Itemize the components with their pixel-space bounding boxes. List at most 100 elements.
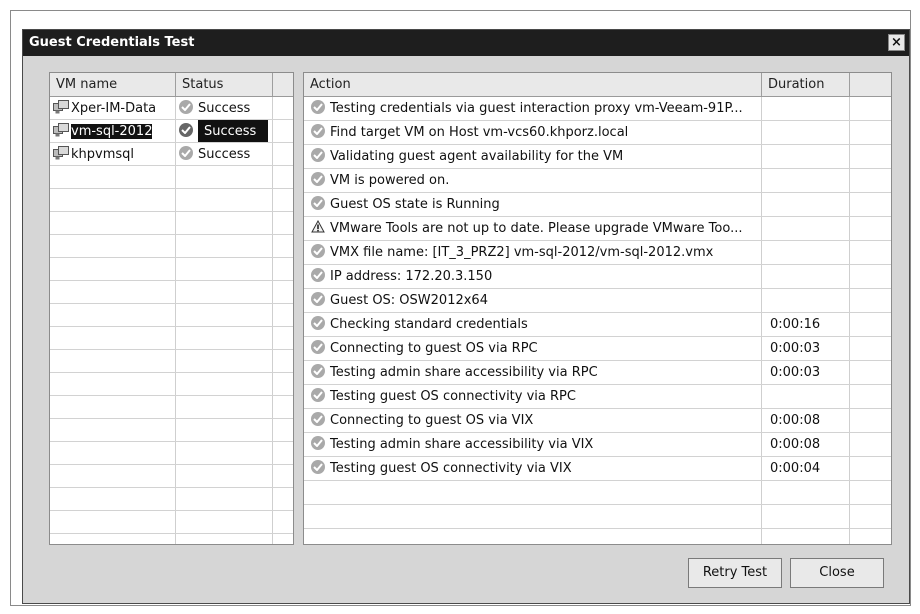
vm-name-cell xyxy=(50,258,176,280)
vm-status-cell xyxy=(176,281,273,303)
vm-name: vm-sql-2012 xyxy=(71,124,153,139)
filler-cell xyxy=(850,193,891,216)
filler-cell xyxy=(850,409,891,432)
filler-cell xyxy=(273,442,293,464)
vm-status-cell xyxy=(176,304,273,326)
action-cell: Checking standard credentials xyxy=(304,313,762,336)
action-row[interactable]: Testing guest OS connectivity via RPC xyxy=(304,385,891,409)
action-row[interactable]: Checking standard credentials 0:00:16 xyxy=(304,313,891,337)
vm-status-cell xyxy=(176,327,273,349)
duration-cell xyxy=(762,529,850,544)
action-text: Testing guest OS connectivity via VIX xyxy=(330,461,572,476)
filler-cell xyxy=(273,304,293,326)
column-header-duration[interactable]: Duration xyxy=(762,73,850,96)
duration-cell xyxy=(762,385,850,408)
duration-cell: 0:00:03 xyxy=(762,361,850,384)
check-icon xyxy=(311,460,325,474)
action-row[interactable]: VMX file name: [IT_3_PRZ2] vm-sql-2012/v… xyxy=(304,241,891,265)
vm-row[interactable]: vm-sql-2012 Success xyxy=(50,120,293,143)
action-cell: Testing guest OS connectivity via RPC xyxy=(304,385,762,408)
action-cell xyxy=(304,529,762,544)
check-icon xyxy=(311,316,325,330)
retry-test-button[interactable]: Retry Test xyxy=(688,558,782,588)
vm-name-cell: khpvmsql xyxy=(50,143,176,165)
action-log-header: Action Duration xyxy=(304,73,891,97)
empty-row xyxy=(304,529,891,544)
filler-cell xyxy=(273,488,293,510)
filler-cell xyxy=(273,396,293,418)
empty-row xyxy=(50,396,293,419)
vm-name-cell xyxy=(50,442,176,464)
filler-cell xyxy=(850,337,891,360)
vm-status-cell xyxy=(176,373,273,395)
filler-cell xyxy=(850,433,891,456)
action-log-table: Action Duration Testing credentials via … xyxy=(303,72,892,545)
vm-status-cell xyxy=(176,419,273,441)
vm-row[interactable]: khpvmsql Success xyxy=(50,143,293,166)
vm-name-cell xyxy=(50,281,176,303)
action-cell xyxy=(304,505,762,528)
action-text: VMX file name: [IT_3_PRZ2] vm-sql-2012/v… xyxy=(330,245,714,260)
action-row[interactable]: Find target VM on Host vm-vcs60.khporz.l… xyxy=(304,121,891,145)
check-icon xyxy=(311,196,325,210)
action-cell: VM is powered on. xyxy=(304,169,762,192)
check-icon xyxy=(311,172,325,186)
action-text: Find target VM on Host vm-vcs60.khporz.l… xyxy=(330,125,629,140)
close-icon[interactable]: × xyxy=(888,34,905,51)
action-row[interactable]: Connecting to guest OS via VIX 0:00:08 xyxy=(304,409,891,433)
vm-name-cell xyxy=(50,212,176,234)
dialog-titlebar: Guest Credentials Test × xyxy=(23,30,909,56)
check-icon xyxy=(311,340,325,354)
action-row[interactable]: Testing guest OS connectivity via VIX 0:0… xyxy=(304,457,891,481)
action-row[interactable]: Guest OS: OSW2012x64 xyxy=(304,289,891,313)
action-row[interactable]: Validating guest agent availability for … xyxy=(304,145,891,169)
action-text: Connecting to guest OS via VIX xyxy=(330,413,534,428)
vm-row[interactable]: Xper-IM-Data Success xyxy=(50,97,293,120)
action-row[interactable]: VM is powered on. xyxy=(304,169,891,193)
action-text: Guest OS: OSW2012x64 xyxy=(330,293,488,308)
filler-cell xyxy=(273,120,293,142)
duration-text: 0:00:16 xyxy=(770,317,821,332)
vm-name-cell xyxy=(50,534,176,544)
empty-row xyxy=(50,465,293,488)
empty-row xyxy=(50,511,293,534)
empty-row xyxy=(50,488,293,511)
action-row[interactable]: Testing admin share accessibility via RP… xyxy=(304,361,891,385)
action-text: Guest OS state is Running xyxy=(330,197,500,212)
duration-cell xyxy=(762,145,850,168)
column-header-vm-name[interactable]: VM name xyxy=(50,73,176,96)
action-cell: Connecting to guest OS via RPC xyxy=(304,337,762,360)
duration-cell: 0:00:04 xyxy=(762,457,850,480)
filler-cell xyxy=(850,265,891,288)
check-icon xyxy=(311,124,325,138)
vm-status: Success xyxy=(198,120,269,142)
action-text: VMware Tools are not up to date. Please … xyxy=(330,221,743,236)
close-button[interactable]: Close xyxy=(790,558,884,588)
column-header-filler xyxy=(850,73,891,96)
filler-cell xyxy=(850,289,891,312)
action-text: Testing admin share accessibility via RP… xyxy=(330,365,598,380)
empty-row xyxy=(304,505,891,529)
action-text: Testing admin share accessibility via VI… xyxy=(330,437,594,452)
vm-status-cell xyxy=(176,350,273,372)
check-icon xyxy=(311,244,325,258)
vm-name-cell xyxy=(50,235,176,257)
action-row[interactable]: Guest OS state is Running xyxy=(304,193,891,217)
vm-status-cell xyxy=(176,212,273,234)
column-header-status[interactable]: Status xyxy=(176,73,273,96)
action-text: Connecting to guest OS via RPC xyxy=(330,341,538,356)
column-header-action[interactable]: Action xyxy=(304,73,762,96)
action-row[interactable]: Connecting to guest OS via RPC 0:00:03 xyxy=(304,337,891,361)
vm-name-cell xyxy=(50,511,176,533)
action-row[interactable]: Testing admin share accessibility via VI… xyxy=(304,433,891,457)
action-row[interactable]: IP address: 172.20.3.150 xyxy=(304,265,891,289)
vm-status-cell xyxy=(176,396,273,418)
action-row[interactable]: VMware Tools are not up to date. Please … xyxy=(304,217,891,241)
vm-status-cell: Success xyxy=(176,143,273,165)
check-icon xyxy=(311,148,325,162)
filler-cell xyxy=(850,241,891,264)
action-row[interactable]: Testing credentials via guest interactio… xyxy=(304,97,891,121)
filler-cell xyxy=(273,419,293,441)
empty-row xyxy=(50,258,293,281)
vm-status-cell xyxy=(176,534,273,544)
